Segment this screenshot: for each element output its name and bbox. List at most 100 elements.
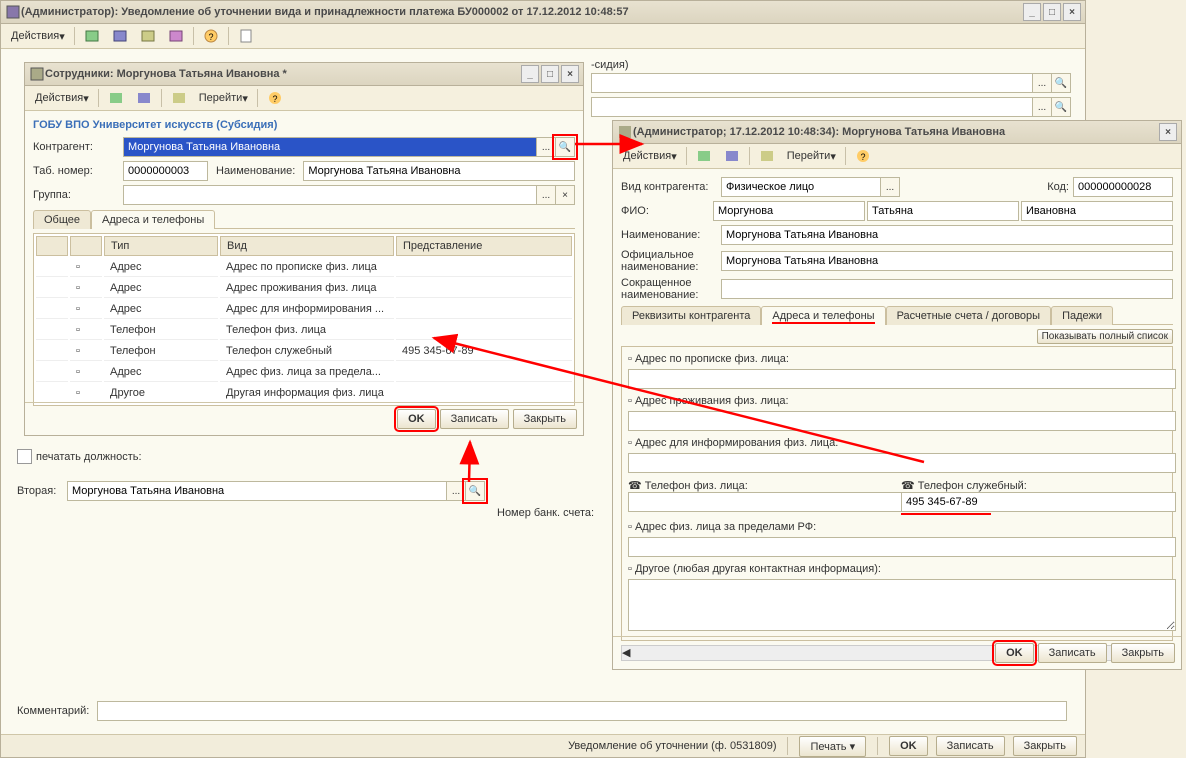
emp-minimize[interactable]: _ — [521, 65, 539, 83]
table-row[interactable]: ▫АдресАдрес для информирования ... — [36, 300, 572, 319]
emp-tabnum-input[interactable] — [123, 161, 208, 181]
emp-counterparty-search[interactable]: 🔍 — [555, 137, 575, 157]
agent-tb-2[interactable] — [719, 145, 745, 167]
col-repr: Представление — [396, 236, 572, 256]
addr-live-input[interactable] — [628, 411, 1176, 431]
minimize-button[interactable]: _ — [1023, 3, 1041, 21]
other-input[interactable] — [628, 579, 1176, 631]
vtoraya-input[interactable] — [67, 481, 447, 501]
agent-name-label: Наименование: — [621, 229, 721, 241]
agent-tab-cases[interactable]: Падежи — [1051, 306, 1113, 325]
agent-save-button[interactable]: Записать — [1038, 643, 1107, 663]
addr-info-input[interactable] — [628, 453, 1176, 473]
main-save-button[interactable]: Записать — [936, 736, 1005, 756]
emp-tb-3[interactable] — [166, 87, 192, 109]
agent-code-input[interactable] — [1073, 177, 1173, 197]
table-row[interactable]: ▫АдресАдрес проживания физ. лица — [36, 279, 572, 298]
tb-icon-4[interactable] — [163, 25, 189, 47]
addr-reg-input[interactable] — [628, 369, 1176, 389]
print-post-checkbox[interactable] — [17, 449, 32, 464]
emp-help[interactable]: ? — [262, 87, 288, 109]
maximize-button[interactable]: □ — [1043, 3, 1061, 21]
emp-close-btn[interactable]: Закрыть — [513, 409, 577, 429]
bg-field-2[interactable] — [591, 97, 1033, 117]
tb-icon-3[interactable] — [135, 25, 161, 47]
emp-close[interactable]: × — [561, 65, 579, 83]
agent-tab-addr[interactable]: Адреса и телефоны — [761, 306, 885, 325]
bg-field-1-sel[interactable]: ... — [1032, 73, 1052, 93]
emp-title: Сотрудники: Моргунова Татьяна Ивановна * — [45, 68, 287, 80]
table-row[interactable]: ▫ТелефонТелефон физ. лица — [36, 321, 572, 340]
emp-tab-common[interactable]: Общее — [33, 210, 91, 229]
agent-actions[interactable]: Действия ▾ — [618, 145, 682, 167]
agent-off-input[interactable] — [721, 251, 1173, 271]
emp-counterparty-input[interactable] — [123, 137, 537, 157]
emp-counterparty-sel[interactable]: ... — [536, 137, 556, 157]
emp-tb-2[interactable] — [131, 87, 157, 109]
table-row[interactable]: ▫АдресАдрес физ. лица за предела... — [36, 363, 572, 382]
agent-tab-req[interactable]: Реквизиты контрагента — [621, 306, 761, 325]
table-row[interactable]: ▫АдресАдрес по прописке физ. лица — [36, 258, 572, 277]
agent-go[interactable]: Перейти ▾ — [782, 145, 841, 167]
main-ok-button[interactable]: OK — [889, 736, 928, 756]
vtoraya-sel[interactable]: ... — [446, 481, 466, 501]
agent-patronymic[interactable] — [1021, 201, 1173, 221]
bg-field-2-search[interactable]: 🔍 — [1051, 97, 1071, 117]
close-button[interactable]: × — [1063, 3, 1081, 21]
agent-name-input[interactable] — [721, 225, 1173, 245]
agent-help[interactable]: ? — [850, 145, 876, 167]
tb-icon-1[interactable] — [79, 25, 105, 47]
tb-icon-5[interactable] — [233, 25, 259, 47]
agent-close-btn[interactable]: Закрыть — [1111, 643, 1175, 663]
addr-abroad-input[interactable] — [628, 537, 1176, 557]
agent-kind-input[interactable] — [721, 177, 881, 197]
emp-go-menu[interactable]: Перейти ▾ — [194, 87, 253, 109]
agent-ok-button[interactable]: OK — [995, 643, 1034, 663]
emp-tab-addresses[interactable]: Адреса и телефоны — [91, 210, 215, 229]
svg-text:?: ? — [208, 32, 213, 42]
emp-group-input[interactable] — [123, 185, 537, 205]
emp-save-button[interactable]: Записать — [440, 409, 509, 429]
agent-close[interactable]: × — [1159, 123, 1177, 141]
emp-group-sel[interactable]: ... — [536, 185, 556, 205]
agent-kind-sel[interactable]: ... — [880, 177, 900, 197]
print-button[interactable]: Печать ▾ — [799, 736, 866, 757]
actions-menu[interactable]: Действия ▾ — [6, 25, 70, 47]
tb-icon-2[interactable] — [107, 25, 133, 47]
table-row[interactable]: ▫ДругоеДругая информация физ. лица — [36, 384, 572, 403]
agent-tab-accounts[interactable]: Расчетные счета / договоры — [886, 306, 1052, 325]
emp-counterparty-label: Контрагент: — [33, 141, 123, 153]
bank-account-label: Номер банк. счета: — [497, 507, 594, 519]
bg-field-1-search[interactable]: 🔍 — [1051, 73, 1071, 93]
emp-actions-menu[interactable]: Действия ▾ — [30, 87, 94, 109]
help-button[interactable]: ? — [198, 25, 224, 47]
main-close-button[interactable]: Закрыть — [1013, 736, 1077, 756]
agent-code-label: Код: — [1047, 181, 1069, 193]
status-text: Уведомление об уточнении (ф. 0531809) — [568, 740, 776, 752]
col-kind: Вид — [220, 236, 394, 256]
full-list-button[interactable]: Показывать полный список — [1037, 329, 1173, 344]
col-type: Тип — [104, 236, 218, 256]
comment-input[interactable] — [97, 701, 1067, 721]
agent-tb-1[interactable] — [691, 145, 717, 167]
bg-field-2-sel[interactable]: ... — [1032, 97, 1052, 117]
emp-naim-input[interactable] — [303, 161, 575, 181]
agent-surname[interactable] — [713, 201, 865, 221]
agent-short-input[interactable] — [721, 279, 1173, 299]
emp-ok-button[interactable]: OK — [397, 409, 436, 429]
table-row[interactable]: ▫ТелефонТелефон служебный495 345-67-89 — [36, 342, 572, 361]
svg-text:?: ? — [272, 94, 277, 104]
main-title: (Администратор): Уведомление об уточнени… — [21, 6, 629, 18]
bg-field-1[interactable] — [591, 73, 1033, 93]
agent-name[interactable] — [867, 201, 1019, 221]
agent-icon — [617, 124, 633, 140]
doc-icon — [5, 4, 21, 20]
phone-input[interactable] — [628, 492, 903, 512]
vtoraya-search-button[interactable]: 🔍 — [465, 481, 485, 501]
phone-work-input[interactable] — [901, 492, 1176, 512]
emp-tb-1[interactable] — [103, 87, 129, 109]
emp-maximize[interactable]: □ — [541, 65, 559, 83]
agent-tb-3[interactable] — [754, 145, 780, 167]
emp-icon — [29, 66, 45, 82]
emp-group-clear[interactable]: × — [555, 185, 575, 205]
